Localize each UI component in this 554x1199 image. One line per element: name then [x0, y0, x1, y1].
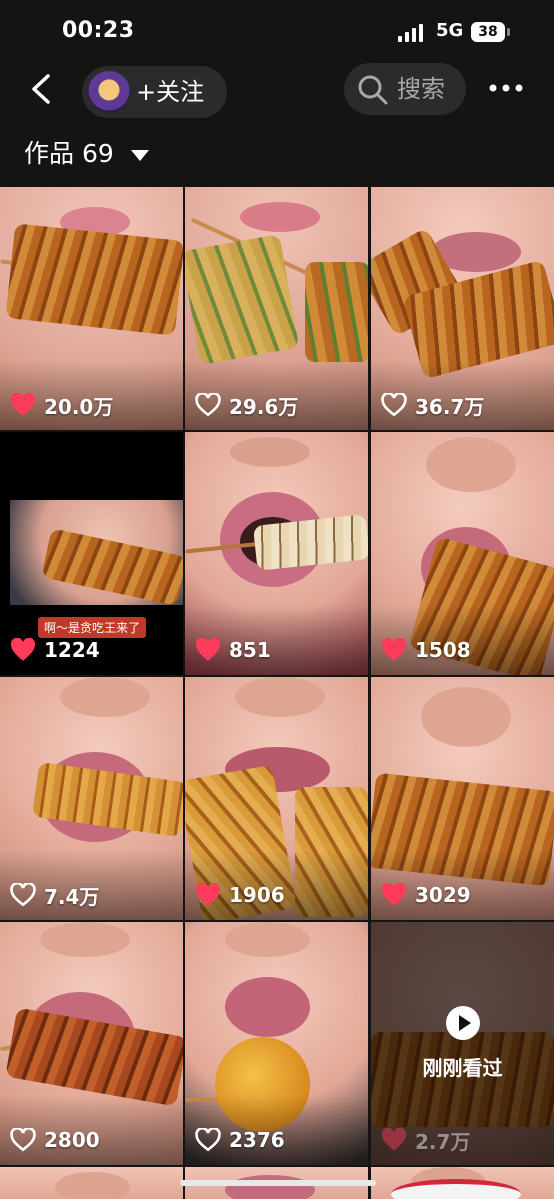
play-icon — [446, 1006, 480, 1040]
video-thumbnail[interactable] — [0, 1167, 183, 1199]
video-thumbnail[interactable]: 851 — [185, 432, 368, 675]
status-time: 00:23 — [62, 18, 135, 43]
heart-filled-icon — [195, 638, 221, 661]
video-thumbnail[interactable] — [371, 1167, 554, 1199]
like-count: 29.6万 — [195, 388, 298, 422]
back-arrow-icon[interactable] — [26, 70, 60, 108]
like-count: 7.4万 — [10, 878, 99, 912]
heart-outline-icon — [381, 393, 407, 417]
search-placeholder: 搜索 — [397, 75, 445, 103]
network-label: 5G — [436, 20, 464, 41]
video-thumbnail[interactable]: 2800 — [0, 922, 183, 1165]
search-button[interactable]: 搜索 — [344, 63, 466, 115]
video-thumbnail[interactable]: 29.6万 — [185, 187, 368, 430]
like-count: 2800 — [10, 1123, 100, 1157]
heart-outline-icon — [195, 393, 221, 417]
video-thumbnail[interactable]: 36.7万 — [371, 187, 554, 430]
heart-filled-icon — [10, 638, 36, 661]
status-bar: 00:23 5G 38 — [0, 0, 554, 62]
heart-filled-icon — [195, 883, 221, 906]
like-count: 1224 — [10, 633, 100, 667]
avatar[interactable] — [88, 71, 130, 113]
heart-filled-icon — [381, 638, 407, 661]
video-thumbnail[interactable]: 7.4万 — [0, 677, 183, 920]
search-icon — [358, 75, 388, 105]
heart-filled-icon — [381, 883, 407, 906]
video-thumbnail[interactable]: 2376 — [185, 922, 368, 1165]
heart-outline-icon — [195, 1128, 221, 1152]
battery-tip — [507, 28, 510, 36]
video-thumbnail[interactable]: 3029 — [371, 677, 554, 920]
video-thumbnail[interactable]: 啊～是贪吃王来了 1224 — [0, 432, 183, 675]
follow-label: +关注 — [136, 78, 205, 106]
like-count: 1906 — [195, 878, 285, 912]
chevron-down-icon[interactable] — [131, 150, 149, 161]
signal-icon — [398, 24, 428, 42]
like-count: 1508 — [381, 633, 471, 667]
like-count: 2.7万 — [381, 1123, 470, 1157]
heart-filled-icon — [381, 1128, 407, 1151]
follow-button[interactable]: +关注 — [82, 66, 227, 118]
recently-watched-label: 刚刚看过 — [422, 1056, 503, 1080]
like-count: 2376 — [195, 1123, 285, 1157]
video-thumbnail[interactable]: 20.0万 — [0, 187, 183, 430]
heart-outline-icon — [10, 1128, 36, 1152]
home-indicator[interactable] — [180, 1180, 376, 1186]
video-thumbnail-watched[interactable]: 刚刚看过 2.7万 — [371, 922, 554, 1165]
heart-outline-icon — [10, 883, 36, 907]
video-thumbnail[interactable]: 1906 — [185, 677, 368, 920]
like-count: 36.7万 — [381, 388, 484, 422]
more-icon[interactable] — [488, 78, 524, 98]
like-count: 20.0万 — [10, 388, 113, 422]
video-thumbnail[interactable]: 1508 — [371, 432, 554, 675]
like-count: 851 — [195, 633, 271, 667]
battery-icon: 38 — [471, 22, 505, 42]
works-count-label[interactable]: 作品 69 — [24, 136, 114, 172]
heart-filled-icon — [10, 393, 36, 416]
like-count: 3029 — [381, 878, 471, 912]
